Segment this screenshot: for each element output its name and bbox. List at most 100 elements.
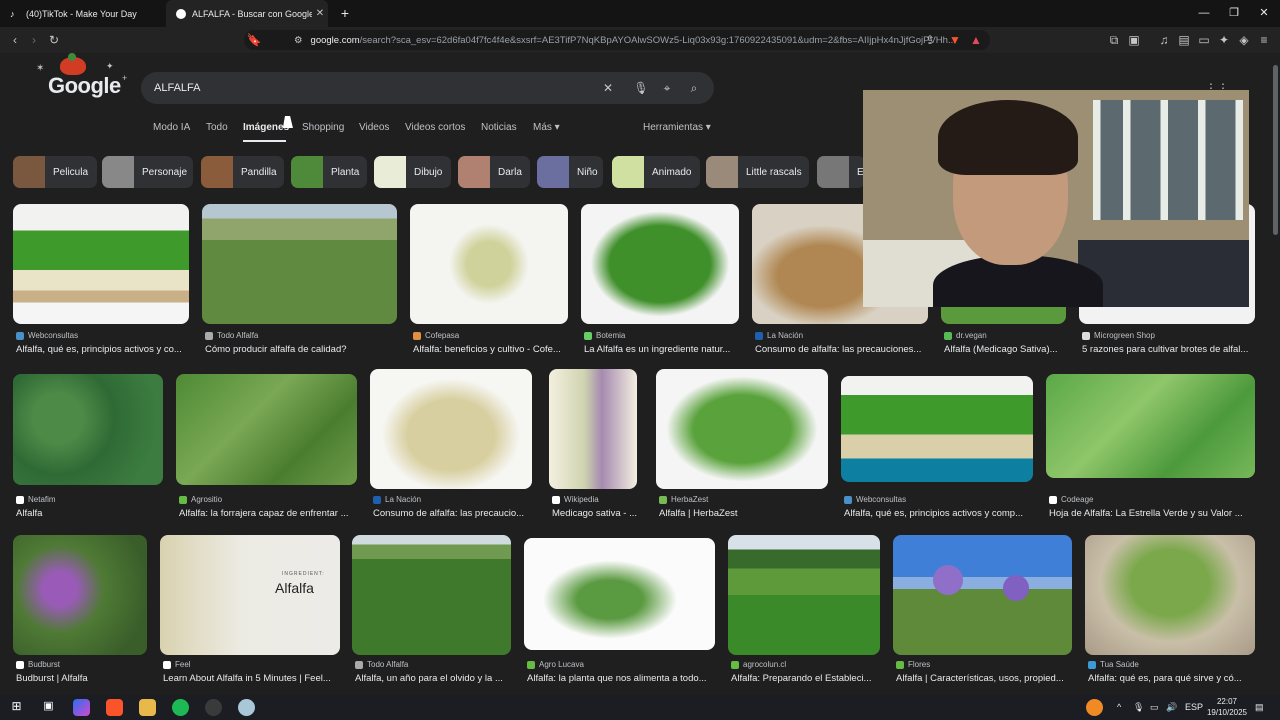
result-source[interactable]: Webconsultas	[844, 495, 906, 504]
result-title[interactable]: Alfalfa: Preparando el Estableci...	[731, 673, 883, 684]
result-source[interactable]: agrocolun.cl	[731, 660, 786, 669]
result-source[interactable]: Todo Alfalfa	[205, 331, 258, 340]
result-title[interactable]: Alfalfa: la planta que nos alimenta a to…	[527, 673, 718, 684]
result-image[interactable]	[370, 369, 532, 489]
result-image[interactable]: INGREDIENT: Alfalfa	[160, 535, 340, 655]
result-source[interactable]: Tua Saúde	[1088, 660, 1139, 669]
chip-dibujo[interactable]: Dibujo	[374, 156, 451, 188]
tab-modo-ia[interactable]: Modo IA	[153, 122, 190, 133]
result-title[interactable]: La Alfalfa es un ingrediente natur...	[584, 344, 742, 355]
google-doodle-logo[interactable]: ✶ ✦ + Google	[34, 53, 134, 105]
result-image[interactable]	[1046, 374, 1255, 478]
new-tab-button[interactable]: +	[336, 4, 354, 22]
result-image[interactable]	[728, 535, 880, 655]
result-source[interactable]: Wikipedia	[552, 495, 599, 504]
result-image[interactable]	[549, 369, 637, 489]
search-icon[interactable]: ⌕	[686, 80, 702, 96]
result-title[interactable]: Hoja de Alfalfa: La Estrella Verde y su …	[1049, 508, 1254, 519]
result-image[interactable]	[352, 535, 511, 655]
address-bar[interactable]: ⚙ google.com/search?sca_esv=62d6fa04f7fc4…	[244, 30, 990, 50]
tray-app-icon[interactable]	[1086, 699, 1103, 716]
app-icon[interactable]	[238, 699, 255, 716]
result-title[interactable]: Alfalfa (Medicago Sativa)...	[944, 344, 1068, 355]
spotify-icon[interactable]	[172, 699, 189, 716]
result-source[interactable]: La Nación	[755, 331, 803, 340]
result-source[interactable]: Agrositio	[179, 495, 222, 504]
result-source[interactable]: Todo Alfalfa	[355, 660, 408, 669]
chip-pelicula[interactable]: Pelicula	[13, 156, 97, 188]
result-source[interactable]: Microgreen Shop	[1082, 331, 1155, 340]
close-window-button[interactable]: ✕	[1248, 0, 1280, 27]
sidebar-icon[interactable]: ▤	[1176, 32, 1192, 48]
result-source[interactable]: dr.vegan	[944, 331, 987, 340]
forward-icon[interactable]: ›	[26, 32, 42, 48]
chip-nino[interactable]: Niño	[537, 156, 603, 188]
result-title[interactable]: Consumo de alfalfa: las precauciones...	[755, 344, 931, 355]
result-image[interactable]	[893, 535, 1072, 655]
obs-icon[interactable]	[205, 699, 222, 716]
result-source[interactable]: Botemia	[584, 331, 625, 340]
mic-icon[interactable]: 🎙	[633, 80, 649, 96]
task-view-icon[interactable]: ▣	[40, 699, 57, 716]
lens-icon[interactable]: ⌖	[659, 80, 675, 96]
mic-tray-icon[interactable]: 🎙	[1133, 702, 1144, 713]
result-image[interactable]	[841, 376, 1033, 482]
chip-darla[interactable]: Darla	[458, 156, 530, 188]
clear-icon[interactable]: ✕	[600, 80, 616, 96]
search-input[interactable]: ALFALFA	[154, 82, 200, 94]
vpn-icon[interactable]: ◈	[1236, 32, 1252, 48]
result-title[interactable]: Alfalfa	[16, 508, 166, 519]
media-icon[interactable]: ♫	[1156, 32, 1172, 48]
result-title[interactable]: 5 razones para cultivar brotes de alfal.…	[1082, 344, 1258, 355]
chip-little-rascals[interactable]: Little rascals	[706, 156, 809, 188]
result-title[interactable]: Alfalfa: beneficios y cultivo - Cofe...	[413, 344, 571, 355]
result-image[interactable]	[13, 535, 147, 655]
site-info-icon[interactable]: ⚙	[294, 35, 303, 46]
wallet-icon[interactable]: ▭	[1196, 32, 1212, 48]
brave-rewards-icon[interactable]: ▲	[968, 32, 984, 48]
close-tab-icon[interactable]: ✕	[312, 8, 328, 19]
result-image[interactable]	[176, 374, 357, 485]
scrollbar[interactable]	[1271, 53, 1280, 695]
result-source[interactable]: Flores	[896, 660, 930, 669]
result-image[interactable]	[656, 369, 828, 489]
tools-button[interactable]: Herramientas ▾	[643, 122, 711, 133]
tab-todo[interactable]: Todo	[206, 122, 228, 133]
tab-mas[interactable]: Más ▾	[533, 122, 560, 133]
result-title[interactable]: Consumo de alfalfa: las precaucio...	[373, 508, 535, 519]
result-image[interactable]	[581, 204, 739, 324]
result-source[interactable]: Webconsultas	[16, 331, 78, 340]
chip-planta[interactable]: Planta	[291, 156, 367, 188]
back-icon[interactable]: ‹	[7, 32, 23, 48]
result-source[interactable]: Cofepasa	[413, 331, 459, 340]
file-explorer-icon[interactable]	[139, 699, 156, 716]
result-image[interactable]	[524, 538, 715, 650]
tab-noticias[interactable]: Noticias	[481, 122, 517, 133]
result-source[interactable]: HerbaZest	[659, 495, 708, 504]
result-source[interactable]: Feel	[163, 660, 191, 669]
tab-tiktok[interactable]: ♪ (40)TikTok - Make Your Day	[0, 0, 166, 27]
tab-shopping[interactable]: Shopping	[302, 122, 344, 133]
network-icon[interactable]: ▭	[1150, 702, 1159, 713]
brave-shields-icon[interactable]: ▼	[947, 32, 963, 48]
result-image[interactable]	[410, 204, 568, 324]
result-title[interactable]: Alfalfa: qué es, para qué sirve y có...	[1088, 673, 1258, 684]
language-indicator[interactable]: ESP	[1185, 702, 1203, 712]
result-source[interactable]: Codeage	[1049, 495, 1093, 504]
result-title[interactable]: Medicago sativa - ...	[552, 508, 640, 519]
leo-ai-icon[interactable]: ✦	[1216, 32, 1232, 48]
extensions-icon[interactable]: ⧉	[1106, 32, 1122, 48]
result-title[interactable]: Cómo producir alfalfa de calidad?	[205, 344, 400, 355]
result-title[interactable]: Learn About Alfalfa in 5 Minutes | Feel.…	[163, 673, 343, 684]
result-title[interactable]: Alfalfa: la forrajera capaz de enfrentar…	[179, 508, 360, 519]
copilot-icon[interactable]	[73, 699, 90, 716]
minimize-button[interactable]: —	[1188, 0, 1220, 27]
result-image[interactable]	[1085, 535, 1255, 655]
result-image[interactable]	[13, 374, 163, 485]
notifications-icon[interactable]: ▤	[1255, 702, 1264, 713]
result-image[interactable]	[202, 204, 397, 324]
result-source[interactable]: Budburst	[16, 660, 60, 669]
result-source[interactable]: Netafim	[16, 495, 56, 504]
volume-icon[interactable]: 🔊	[1166, 702, 1177, 713]
result-source[interactable]: Agro Lucava	[527, 660, 584, 669]
